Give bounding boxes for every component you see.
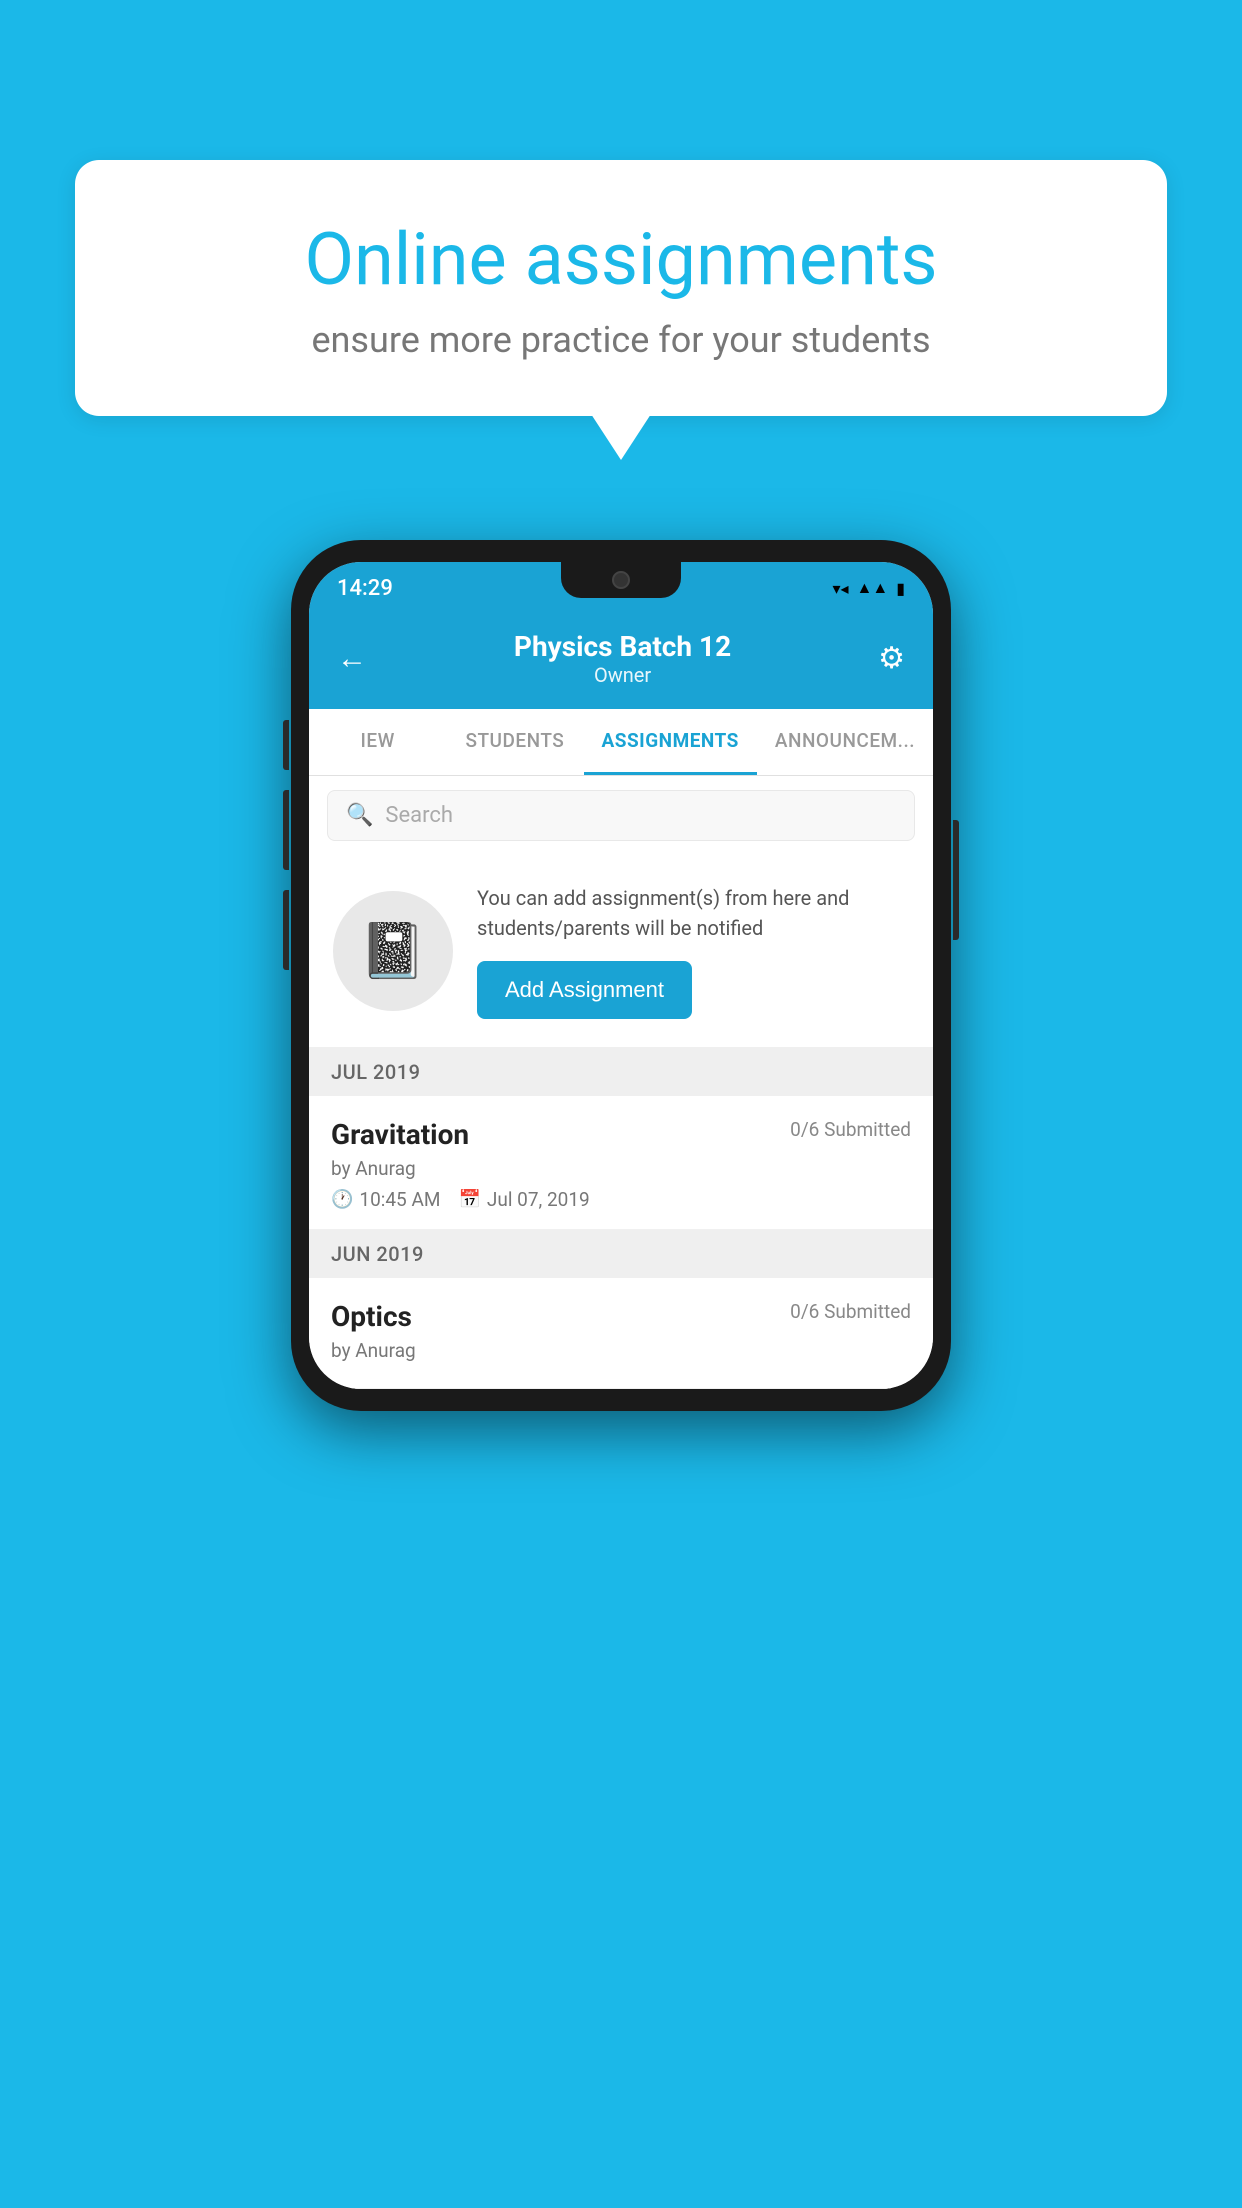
phone-volume-down-1 bbox=[283, 790, 289, 870]
assignment-date-gravitation: 📅 Jul 07, 2019 bbox=[458, 1188, 589, 1211]
notebook-icon: 📓 bbox=[359, 920, 426, 983]
month-header-jun: JUN 2019 bbox=[309, 1230, 933, 1278]
battery-icon: ▮ bbox=[896, 579, 905, 598]
phone-notch bbox=[561, 562, 681, 598]
tab-iew[interactable]: IEW bbox=[309, 709, 446, 775]
status-icons: ▾◂ ▲▲ ▮ bbox=[832, 578, 905, 598]
tab-announcements[interactable]: ANNOUNCEM... bbox=[757, 709, 933, 775]
search-bar[interactable]: 🔍 Search bbox=[327, 790, 915, 841]
phone-volume-down-2 bbox=[283, 890, 289, 970]
add-assignment-description: You can add assignment(s) from here and … bbox=[477, 883, 909, 943]
assignment-item-optics[interactable]: Optics 0/6 Submitted by Anurag bbox=[309, 1278, 933, 1389]
header-center: Physics Batch 12 Owner bbox=[367, 630, 878, 687]
phone-camera bbox=[612, 571, 630, 589]
phone-body: 14:29 ▾◂ ▲▲ ▮ ← Physics Batch 12 Owner ⚙… bbox=[291, 540, 951, 1411]
header-subtitle: Owner bbox=[367, 663, 878, 687]
search-icon: 🔍 bbox=[346, 803, 373, 828]
assignment-author-gravitation: by Anurag bbox=[331, 1157, 911, 1180]
assignment-name-optics: Optics bbox=[331, 1300, 412, 1333]
tabs-bar: IEW STUDENTS ASSIGNMENTS ANNOUNCEM... bbox=[309, 709, 933, 776]
assignment-submitted-gravitation: 0/6 Submitted bbox=[790, 1118, 911, 1141]
phone-screen: 14:29 ▾◂ ▲▲ ▮ ← Physics Batch 12 Owner ⚙… bbox=[309, 562, 933, 1389]
add-assignment-button[interactable]: Add Assignment bbox=[477, 961, 692, 1019]
back-button[interactable]: ← bbox=[337, 641, 367, 676]
add-assignment-right: You can add assignment(s) from here and … bbox=[477, 883, 909, 1019]
assignment-meta-gravitation: 🕐 10:45 AM 📅 Jul 07, 2019 bbox=[331, 1188, 911, 1211]
phone-mockup: 14:29 ▾◂ ▲▲ ▮ ← Physics Batch 12 Owner ⚙… bbox=[291, 540, 951, 1411]
status-time: 14:29 bbox=[337, 576, 393, 601]
speech-bubble-card: Online assignments ensure more practice … bbox=[75, 160, 1167, 416]
date-text-gravitation: Jul 07, 2019 bbox=[487, 1188, 590, 1211]
tab-students[interactable]: STUDENTS bbox=[446, 709, 583, 775]
assignment-item-gravitation[interactable]: Gravitation 0/6 Submitted by Anurag 🕐 10… bbox=[309, 1096, 933, 1230]
tab-assignments[interactable]: ASSIGNMENTS bbox=[584, 709, 757, 775]
assignment-submitted-optics: 0/6 Submitted bbox=[790, 1300, 911, 1323]
assignment-name-gravitation: Gravitation bbox=[331, 1118, 469, 1151]
assignment-author-optics: by Anurag bbox=[331, 1339, 911, 1362]
gear-icon[interactable]: ⚙ bbox=[878, 641, 905, 676]
phone-volume-up bbox=[283, 720, 289, 770]
assignment-item-top: Gravitation 0/6 Submitted bbox=[331, 1118, 911, 1151]
app-header: ← Physics Batch 12 Owner ⚙ bbox=[309, 614, 933, 709]
assignment-time-gravitation: 🕐 10:45 AM bbox=[331, 1188, 440, 1211]
time-text-gravitation: 10:45 AM bbox=[359, 1188, 440, 1211]
clock-icon: 🕐 bbox=[331, 1189, 353, 1210]
signal-icon: ▲▲ bbox=[857, 578, 889, 598]
add-assignment-card: 📓 You can add assignment(s) from here an… bbox=[309, 855, 933, 1048]
calendar-icon: 📅 bbox=[458, 1189, 480, 1210]
speech-bubble-subtitle: ensure more practice for your students bbox=[145, 319, 1097, 361]
search-placeholder: Search bbox=[385, 803, 453, 828]
assignment-item-top-optics: Optics 0/6 Submitted bbox=[331, 1300, 911, 1333]
assignment-icon-circle: 📓 bbox=[333, 891, 453, 1011]
speech-bubble-title: Online assignments bbox=[145, 220, 1097, 299]
month-header-jul: JUL 2019 bbox=[309, 1048, 933, 1096]
search-bar-wrap: 🔍 Search bbox=[309, 776, 933, 855]
phone-power-button bbox=[953, 820, 959, 940]
header-title: Physics Batch 12 bbox=[367, 630, 878, 663]
wifi-icon: ▾◂ bbox=[832, 579, 848, 598]
